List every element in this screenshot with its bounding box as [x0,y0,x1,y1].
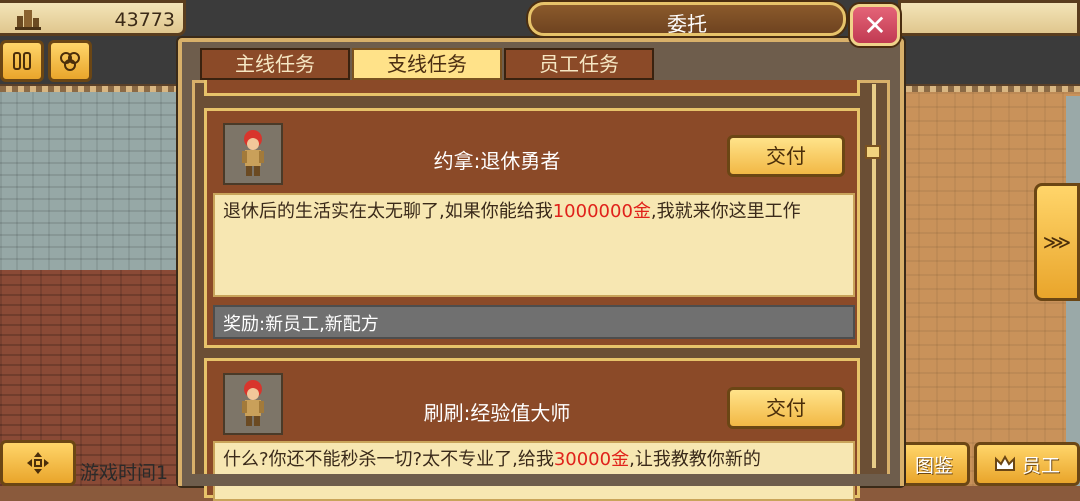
pan-icon [60,52,80,71]
game-time-label: 游戏时间1 [80,462,169,484]
quest-description-tail: ,让我教教你新的 [629,449,761,470]
scrollbar-thumb[interactable] [865,145,881,159]
close-icon: ✕ [863,8,887,42]
encyclopedia-button[interactable]: 图鉴 [898,442,970,486]
tab-side-quests[interactable]: 支线任务 [352,48,502,80]
tab-main-quests[interactable]: 主线任务 [200,48,350,80]
scene-wall-left [0,92,185,272]
npc-avatar-icon [242,380,264,426]
deliver-button[interactable]: 交付 [727,387,845,429]
scrollbar-track [872,84,876,468]
pause-icon [13,52,31,70]
npc-portrait [223,373,283,435]
quest-card: 约拿:退休勇者 交付 退休后的生活实在太无聊了,如果你能给我1000000金,我… [204,108,860,348]
quest-description: 什么?你还不能秒杀一切?太不专业了,给我30000金,让我教教你新的 [213,441,855,501]
side-expand-button[interactable]: ⋙ [1034,183,1080,301]
deliver-button[interactable]: 交付 [727,135,845,177]
dpad-icon [27,452,49,474]
npc-name: 刷刷:经验值大师 [423,401,571,425]
tab-staff-quests[interactable]: 员工任务 [504,48,654,80]
npc-avatar-icon [242,130,264,176]
dialog-title-bar: 委托 [528,2,846,36]
crown-icon [994,454,1015,471]
quest-list-scrollbar[interactable] [864,84,884,468]
dialog-title: 委托 [667,12,707,36]
panel-bottom-edge [178,474,904,486]
move-dpad-button[interactable] [0,440,76,486]
quest-description-tail: ,我就来你这里工作 [650,201,801,222]
quest-requirement: 30000金 [553,449,630,470]
npc-portrait [223,123,283,185]
quest-description-text: 退休后的生活实在太无聊了,如果你能给我 [223,201,553,222]
quest-reward: 奖励:新员工,新配方 [213,305,855,339]
gold-value: 43773 [114,9,175,31]
previous-quest-card-edge [204,80,860,96]
staff-label: 员工 [1021,454,1060,477]
staff-button[interactable]: 员工 [974,442,1080,486]
encyclopedia-label: 图鉴 [914,454,953,477]
quest-requirement: 1000000金 [552,201,651,222]
right-status-box [898,0,1080,36]
close-button[interactable]: ✕ [850,4,900,46]
npc-name: 约拿:退休勇者 [433,149,561,173]
buildings-icon [15,10,41,30]
quest-description-text: 什么?你还不能秒杀一切?太不专业了,给我 [223,449,554,470]
fast-forward-icon: ⋙ [1042,230,1072,254]
gold-counter: 43773 [0,0,186,36]
pause-button[interactable] [0,40,44,82]
map-pan-button[interactable] [48,40,92,82]
quest-description: 退休后的生活实在太无聊了,如果你能给我1000000金,我就来你这里工作 [213,193,855,297]
